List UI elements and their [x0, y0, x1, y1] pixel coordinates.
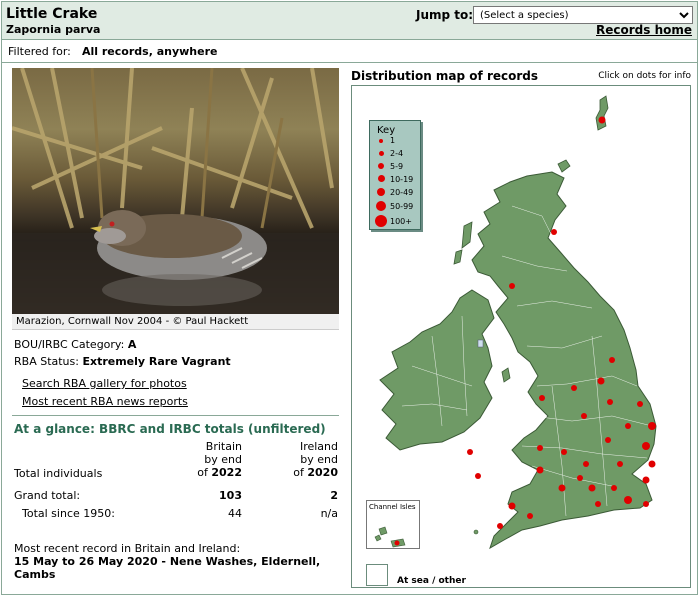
- britain-header: Britain by end of 2022: [196, 440, 242, 479]
- filter-value: All records, anywhere: [82, 45, 218, 58]
- scientific-name: Zapornia parva: [6, 23, 101, 36]
- rba-status: RBA Status: Extremely Rare Vagrant: [14, 355, 231, 368]
- filter-bar: Filtered for: All records, anywhere: [2, 40, 697, 63]
- divider: [12, 415, 339, 416]
- since-1950-label: Total since 1950:: [22, 507, 115, 520]
- recent-record-value: 15 May to 26 May 2020 - Nene Washes, Eld…: [14, 555, 321, 581]
- filter-label: Filtered for:: [8, 45, 71, 58]
- gallery-link[interactable]: Search RBA gallery for photos: [22, 377, 187, 390]
- map-area: Key 1 2-4 5-9 10-19 20-49 50-99 100+ Cha…: [351, 85, 691, 588]
- key-title: Key: [377, 125, 396, 136]
- key-item-4: 10-19: [390, 175, 414, 184]
- glance-title: At a glance: BBRC and IRBC totals (unfil…: [14, 422, 326, 436]
- britain-header-1: Britain: [205, 440, 242, 453]
- grand-total-britain: 103: [219, 489, 242, 502]
- channel-isles-inset[interactable]: Channel Isles: [366, 500, 420, 549]
- grand-total-label: Grand total:: [14, 489, 81, 502]
- bou-category: BOU/IRBC Category: A: [14, 338, 136, 351]
- recent-record-label: Most recent record in Britain and Irelan…: [14, 542, 241, 555]
- ireland-year: 2020: [307, 466, 338, 479]
- records-home-link[interactable]: Records home: [596, 23, 692, 37]
- key-dot-7: [375, 215, 387, 227]
- key-dot-3: [378, 163, 384, 169]
- photo-illustration: [12, 68, 339, 314]
- photo-caption: Marazion, Cornwall Nov 2004 - © Paul Hac…: [12, 314, 339, 330]
- species-photo[interactable]: [12, 68, 339, 314]
- since-1950-ireland: n/a: [320, 507, 338, 520]
- britain-header-2: by end: [204, 453, 242, 466]
- ireland-header-3: of 2020: [286, 466, 338, 479]
- species-select[interactable]: (Select a species): [473, 6, 693, 24]
- map-hint: Click on dots for info: [598, 71, 691, 81]
- species-title: Little Crake: [6, 6, 98, 22]
- key-dot-6: [376, 201, 386, 211]
- rba-label: RBA Status:: [14, 355, 79, 368]
- rba-value: Extremely Rare Vagrant: [82, 355, 231, 368]
- britain-header-of: of: [197, 466, 208, 479]
- key-item-5: 20-49: [390, 188, 414, 197]
- channel-isles-map: [374, 526, 406, 548]
- since-1950-britain: 44: [228, 507, 242, 520]
- key-item-6: 50-99: [390, 202, 414, 211]
- grand-total-ireland: 2: [330, 489, 338, 502]
- key-item-2: 2-4: [390, 149, 404, 158]
- jump-to-label: Jump to:: [416, 8, 474, 22]
- map-title: Distribution map of records: [351, 69, 539, 83]
- ireland-header: Ireland by end of 2020: [286, 440, 338, 479]
- key-item-7: 100+: [390, 217, 412, 226]
- map-key: Key 1 2-4 5-9 10-19 20-49 50-99 100+: [369, 120, 421, 230]
- key-dot-2: [379, 151, 384, 156]
- key-dot-4: [378, 175, 385, 182]
- key-item-3: 5-9: [390, 162, 404, 171]
- ireland-header-2: by end: [300, 453, 338, 466]
- ireland-header-of: of: [293, 466, 304, 479]
- ireland-header-1: Ireland: [299, 440, 338, 453]
- total-individuals-label: Total individuals: [14, 467, 103, 480]
- key-dot-1: [379, 139, 383, 143]
- news-link[interactable]: Most recent RBA news reports: [22, 395, 188, 408]
- britain-year: 2022: [211, 466, 242, 479]
- bou-value: A: [127, 338, 137, 351]
- species-info-panel: Marazion, Cornwall Nov 2004 - © Paul Hac…: [12, 68, 339, 588]
- bou-label: BOU/IRBC Category:: [14, 338, 125, 351]
- header-bar: Little Crake Zapornia parva Jump to: (Se…: [2, 2, 697, 40]
- key-item-1: 1: [390, 136, 396, 145]
- page-frame: Little Crake Zapornia parva Jump to: (Se…: [1, 1, 698, 595]
- at-sea-box[interactable]: [366, 564, 388, 586]
- at-sea-label: At sea / other: [397, 576, 466, 586]
- key-dot-5: [377, 188, 385, 196]
- britain-header-3: of 2022: [196, 466, 242, 479]
- distribution-map-panel: Distribution map of records Click on dot…: [349, 68, 694, 588]
